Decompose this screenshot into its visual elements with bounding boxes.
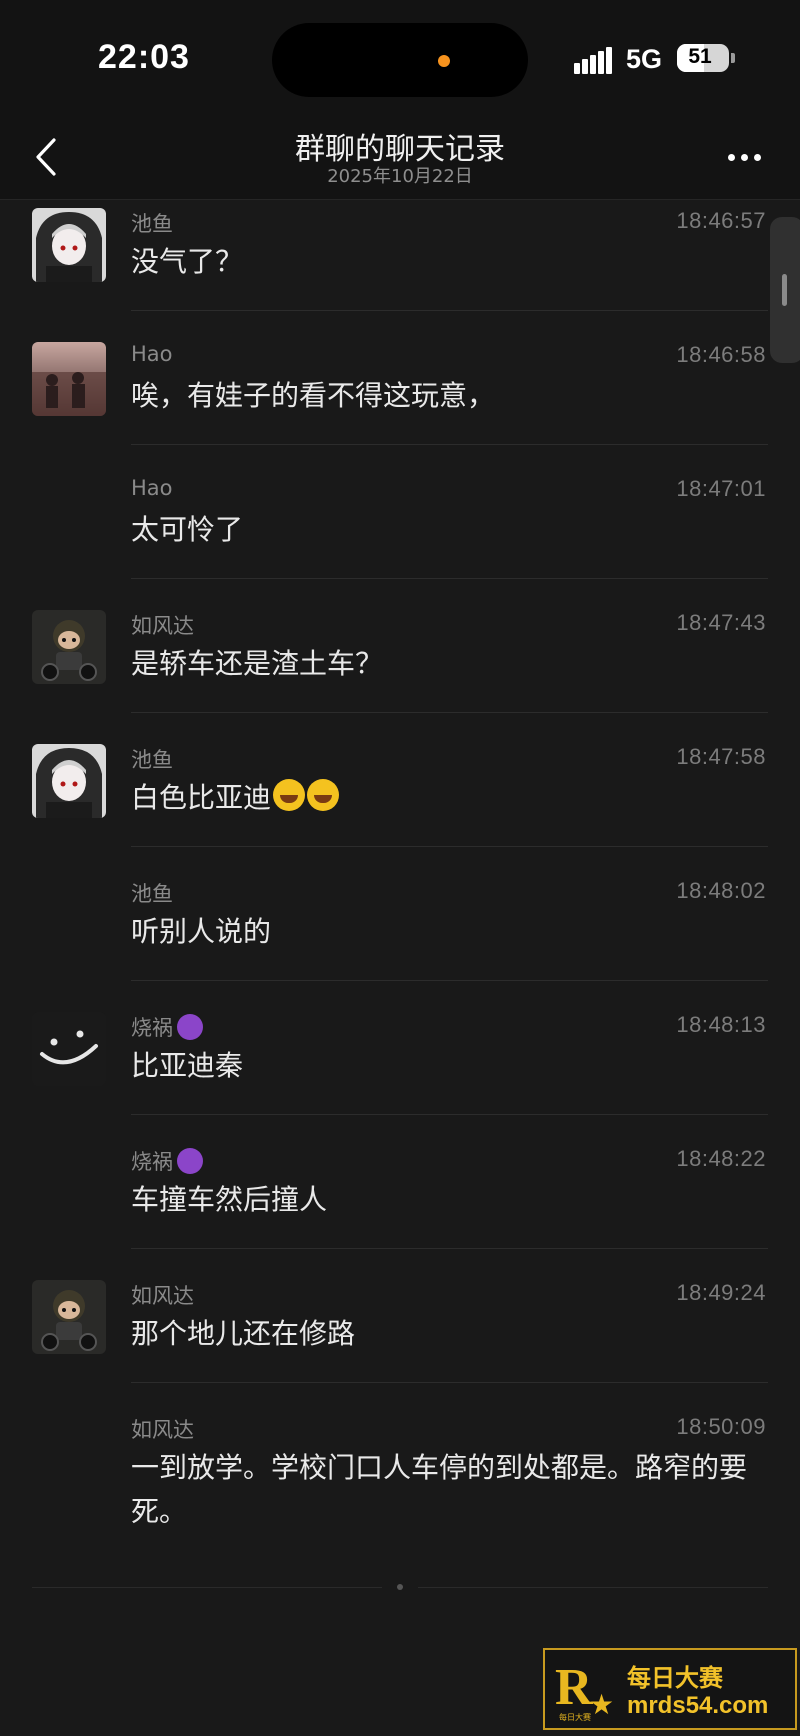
message-item[interactable]: 池鱼 18:48:02 听别人说的 bbox=[0, 870, 800, 1004]
battery-icon: 51 bbox=[677, 44, 729, 72]
sender-name: 如风达 bbox=[131, 614, 194, 638]
sender-name: 池鱼 bbox=[131, 212, 173, 236]
avatar[interactable] bbox=[32, 1280, 106, 1354]
avatar[interactable] bbox=[32, 1012, 106, 1086]
laughing-tears-emoji-icon bbox=[307, 779, 340, 811]
signal-icon bbox=[574, 46, 614, 74]
more-button[interactable] bbox=[722, 142, 766, 172]
message-item[interactable]: 如风达 18:49:24 那个地儿还在修路 bbox=[0, 1272, 800, 1406]
avatar-image bbox=[32, 1012, 106, 1086]
avatar[interactable] bbox=[32, 744, 106, 818]
message-text: 那个地儿还在修路 bbox=[131, 1317, 356, 1350]
message-time: 18:50:09 bbox=[676, 1414, 766, 1439]
divider bbox=[131, 1382, 768, 1383]
status-bar: 22:03 5G 51 bbox=[0, 0, 800, 116]
divider bbox=[131, 578, 768, 579]
avatar-image bbox=[32, 342, 106, 416]
message-time: 18:47:01 bbox=[676, 476, 766, 501]
list-end-divider-right bbox=[418, 1587, 768, 1588]
avatar-image bbox=[32, 610, 106, 684]
sender-name: Hao bbox=[131, 476, 173, 500]
dynamic-island bbox=[272, 23, 528, 97]
avatar-image bbox=[32, 208, 106, 282]
message-item[interactable]: Hao 18:46:58 唉，有娃子的看不得这玩意， bbox=[0, 334, 800, 468]
list-end-divider-left bbox=[32, 1587, 382, 1588]
message-text: 一到放学。学校门口人车停的到处都是。路窄的要死。 bbox=[131, 1451, 748, 1528]
battery-percent: 51 bbox=[688, 45, 712, 68]
sender-name: 如风达 bbox=[131, 1418, 194, 1442]
avatar-image bbox=[32, 1280, 106, 1354]
sender-name: Hao bbox=[131, 342, 173, 366]
star-icon: ★ bbox=[589, 1688, 615, 1721]
page-subtitle: 2025年10月22日 bbox=[327, 166, 473, 187]
divider bbox=[131, 444, 768, 445]
privacy-indicator-dot bbox=[438, 55, 450, 67]
divider bbox=[131, 712, 768, 713]
avatar-image bbox=[32, 744, 106, 818]
message-time: 18:48:02 bbox=[676, 878, 766, 903]
message-time: 18:48:13 bbox=[676, 1012, 766, 1037]
more-dot bbox=[754, 154, 761, 161]
watermark-title: 每日大赛 bbox=[627, 1664, 723, 1692]
message-time: 18:48:22 bbox=[676, 1146, 766, 1171]
message-text: 白色比亚迪 bbox=[131, 776, 761, 820]
sender-name-text: 烧祸 bbox=[131, 1016, 173, 1040]
message-text: 车撞车然后撞人 bbox=[131, 1183, 328, 1216]
divider bbox=[131, 1248, 768, 1249]
divider bbox=[131, 310, 768, 311]
message-item[interactable]: 烧祸 18:48:13 比亚迪秦 bbox=[0, 1004, 800, 1138]
message-item[interactable]: 烧祸 18:48:22 车撞车然后撞人 bbox=[0, 1138, 800, 1272]
message-item[interactable]: 如风达 18:47:43 是轿车还是渣土车？ bbox=[0, 602, 800, 736]
message-time: 18:46:58 bbox=[676, 342, 766, 367]
sender-name: 如风达 bbox=[131, 1284, 194, 1308]
message-text: 听别人说的 bbox=[131, 915, 272, 948]
sender-name: 烧祸 bbox=[131, 1146, 203, 1176]
more-dots-icon bbox=[728, 154, 735, 161]
message-text: 唉，有娃子的看不得这玩意， bbox=[131, 379, 496, 412]
message-text: 太可怜了 bbox=[131, 513, 244, 546]
battery-tip bbox=[731, 53, 735, 63]
message-item[interactable]: Hao 18:47:01 太可怜了 bbox=[0, 468, 800, 602]
avatar[interactable] bbox=[32, 208, 106, 282]
devil-emoji-icon bbox=[177, 1014, 203, 1040]
message-time: 18:46:57 bbox=[676, 208, 766, 233]
message-time: 18:49:24 bbox=[676, 1280, 766, 1305]
watermark-url: mrds54.com bbox=[627, 1692, 769, 1719]
devil-emoji-icon bbox=[177, 1148, 203, 1174]
message-text: 比亚迪秦 bbox=[131, 1049, 244, 1082]
avatar[interactable] bbox=[32, 342, 106, 416]
divider bbox=[131, 846, 768, 847]
more-dot bbox=[741, 154, 748, 161]
network-type: 5G bbox=[626, 44, 663, 74]
nav-bar: 群聊的聊天记录 2025年10月22日 bbox=[0, 116, 800, 200]
status-time: 22:03 bbox=[98, 38, 190, 76]
message-item[interactable]: 池鱼 18:47:58 白色比亚迪 bbox=[0, 736, 800, 870]
watermark-small-text: 每日大赛 bbox=[559, 1713, 591, 1722]
message-text-body: 白色比亚迪 bbox=[131, 781, 272, 814]
message-item[interactable]: 如风达 18:50:09 一到放学。学校门口人车停的到处都是。路窄的要死。 bbox=[0, 1406, 800, 1586]
message-item[interactable]: 池鱼 18:46:57 没气了？ bbox=[0, 200, 800, 334]
sender-name: 烧祸 bbox=[131, 1012, 203, 1042]
avatar[interactable] bbox=[32, 610, 106, 684]
sender-name-text: 烧祸 bbox=[131, 1150, 173, 1174]
watermark-logo: R ★ 每日大赛 每日大赛 mrds54.com bbox=[543, 1648, 797, 1730]
divider bbox=[131, 1114, 768, 1115]
sender-name: 池鱼 bbox=[131, 882, 173, 906]
message-text: 没气了？ bbox=[131, 245, 244, 278]
sender-name: 池鱼 bbox=[131, 748, 173, 772]
laughing-tears-emoji-icon bbox=[273, 779, 306, 811]
divider bbox=[131, 980, 768, 981]
watermark-logo-letter: R bbox=[555, 1659, 593, 1716]
message-text: 是轿车还是渣土车？ bbox=[131, 647, 384, 680]
message-time: 18:47:43 bbox=[676, 610, 766, 635]
message-time: 18:47:58 bbox=[676, 744, 766, 769]
list-end-dot bbox=[397, 1584, 403, 1590]
